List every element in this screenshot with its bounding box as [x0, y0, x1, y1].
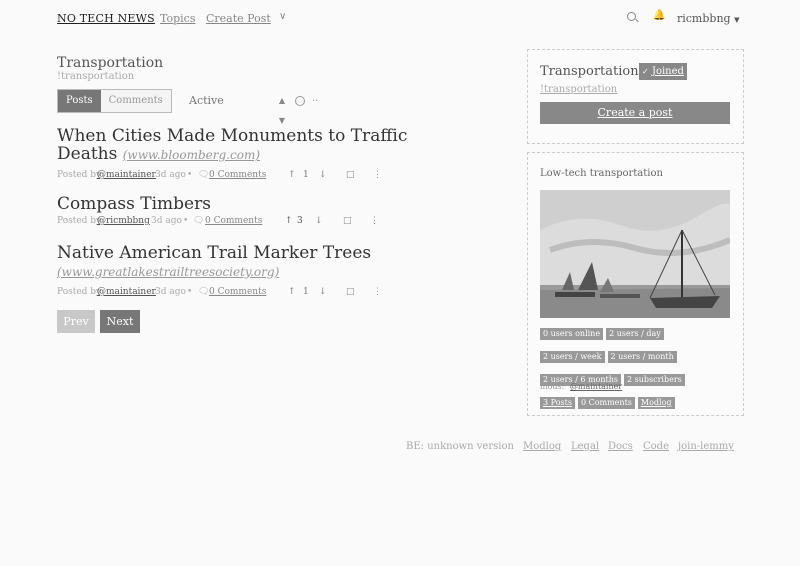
post-title[interactable]: Native American Trail Marker Trees [57, 243, 371, 263]
more-options-icon[interactable]: ⋮ [373, 287, 382, 297]
moderators: mods: @maintainer [540, 382, 622, 391]
view-toggle: Posts Comments [57, 89, 172, 113]
post-meta: Posted by @maintainer 3d ago • 🗨 0 Comme… [57, 287, 509, 299]
separator-dot: • [183, 216, 189, 226]
mods-label: mods: [540, 382, 565, 391]
post-item: Native American Trail Marker Trees (www.… [57, 244, 509, 299]
save-icon[interactable]: □ [346, 287, 355, 297]
joined-label: Joined [651, 66, 684, 77]
posts-link-badge[interactable]: 3 Posts [540, 397, 575, 409]
username: ricmbbng [677, 12, 731, 25]
footer-legal-link[interactable]: Legal [571, 441, 599, 452]
post-comments-link[interactable]: 0 Comments [205, 216, 262, 226]
more-options-icon[interactable]: ⋮ [373, 170, 382, 180]
footer-docs-link[interactable]: Docs [608, 441, 633, 452]
footer-join-lemmy-link[interactable]: join-lemmy [678, 441, 734, 452]
post-meta: Posted by @ricmbbng 3d ago • 🗨 0 Comment… [57, 216, 509, 228]
top-nav: NO TECH NEWS Topics Create Post ∨ 🔔 ricm… [57, 10, 743, 28]
post-comments-link[interactable]: 0 Comments [209, 170, 266, 180]
community-card: Transportation ✓ Joined !transportation … [527, 49, 744, 144]
stat-badge: 2 users / month [607, 351, 677, 363]
post-title[interactable]: Compass Timbers [57, 194, 211, 214]
post-comments-link[interactable]: 0 Comments [209, 287, 266, 297]
joined-button[interactable]: ✓ Joined [639, 63, 687, 80]
caret-down-icon: ▼ [734, 16, 740, 24]
post-item: Compass Timbers Posted by @ricmbbng 3d a… [57, 195, 509, 228]
downvote-icon[interactable]: ↓ [319, 170, 327, 180]
stat-badge: 2 users / week [540, 351, 605, 363]
footer-code-link[interactable]: Code [643, 441, 669, 452]
sidebar-community-slug[interactable]: !transportation [540, 84, 617, 95]
sort-select[interactable]: Active ▲ ▼ [183, 91, 285, 125]
check-icon: ✓ [642, 67, 649, 76]
downvote-icon[interactable]: ↓ [315, 216, 323, 226]
post-age: 3d ago [151, 216, 182, 226]
post-author-link[interactable]: @ricmbbng [97, 216, 150, 226]
post-score: 1 [303, 287, 309, 297]
next-button[interactable]: Next [100, 310, 140, 333]
search-icon[interactable] [627, 12, 636, 21]
upvote-icon[interactable]: ↑ [288, 170, 296, 180]
post-author-link[interactable]: @maintainer [97, 170, 156, 180]
post-meta: Posted by @maintainer 3d ago • 🗨 0 Comme… [57, 170, 509, 182]
user-menu[interactable]: ricmbbng ▼ [677, 12, 739, 25]
post-domain[interactable]: (www.greatlakestrailtreesociety.org) [57, 265, 279, 279]
create-post-button[interactable]: Create a post [540, 102, 730, 124]
upvote-icon[interactable]: ↑ [288, 287, 296, 297]
community-description: Low-tech transportation [540, 168, 663, 179]
clock-icon[interactable] [295, 96, 305, 106]
community-title: Transportation [57, 55, 164, 71]
save-icon[interactable]: □ [346, 170, 355, 180]
modlog-link-badge[interactable]: Modlog [637, 397, 675, 409]
footer-version: BE: unknown version [406, 441, 514, 452]
more-options-icon[interactable]: ⋮ [370, 216, 379, 226]
stat-badge: 2 subscribers [624, 374, 685, 386]
separator-dot: • [187, 287, 193, 297]
comment-icon: 🗨 [193, 216, 205, 226]
community-info-card: Low-tech transportation 0 users online 2 … [527, 152, 744, 416]
stat-badge: 0 users online [540, 328, 604, 340]
post-score: 1 [303, 170, 309, 180]
downvote-icon[interactable]: ↓ [319, 287, 327, 297]
separator-dot: • [187, 170, 193, 180]
more-icon[interactable]: .. [312, 93, 318, 104]
bell-icon[interactable]: 🔔 [653, 10, 665, 21]
community-slug: !transportation [57, 71, 135, 82]
comment-icon: 🗨 [198, 170, 210, 180]
moderator-link[interactable]: @maintainer [570, 382, 622, 391]
toggle-posts[interactable]: Posts [58, 90, 101, 112]
prev-button[interactable]: Prev [57, 310, 95, 333]
upvote-icon[interactable]: ↑ [285, 216, 293, 226]
post-domain[interactable]: (www.bloomberg.com) [123, 148, 260, 162]
posted-by-label: Posted by [57, 170, 102, 180]
community-stats: 0 users online 2 users / day 2 users / we… [540, 321, 740, 413]
nav-topics-link[interactable]: Topics [160, 12, 195, 25]
stat-badge: 0 Comments [577, 397, 635, 409]
footer-modlog-link[interactable]: Modlog [523, 441, 561, 452]
stat-badge: 2 users / day [606, 328, 664, 340]
post-score: 3 [297, 216, 303, 226]
save-icon[interactable]: □ [343, 216, 352, 226]
toggle-comments[interactable]: Comments [100, 90, 171, 112]
site-brand-link[interactable]: NO TECH NEWS [57, 12, 155, 25]
select-caret-icon: ▲ ▼ [278, 96, 285, 125]
sidebar-community-title: Transportation [540, 64, 639, 79]
post-age: 3d ago [155, 287, 186, 297]
post-author-link[interactable]: @maintainer [97, 287, 156, 297]
posted-by-label: Posted by [57, 216, 102, 226]
post-item: When Cities Made Monuments to Traffic De… [57, 127, 509, 182]
community-banner-image [540, 190, 730, 318]
chevron-down-icon[interactable]: ∨ [279, 11, 286, 22]
nav-create-post-link[interactable]: Create Post [206, 12, 271, 25]
post-age: 3d ago [155, 170, 186, 180]
sort-value: Active [189, 94, 224, 107]
comment-icon: 🗨 [198, 287, 210, 297]
posted-by-label: Posted by [57, 287, 102, 297]
